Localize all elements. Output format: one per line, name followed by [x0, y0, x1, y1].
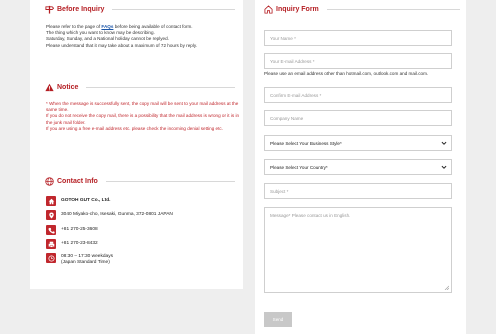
before-inquiry-title: Before Inquiry	[57, 6, 105, 13]
left-panel: Before Inquiry Please refer to the page …	[30, 0, 243, 289]
country-value: Please Select Your Country*	[270, 165, 328, 170]
warning-icon	[45, 83, 54, 92]
business-hours: 08:30 – 17:30 weekdays (Japan Standard T…	[61, 253, 113, 267]
divider	[86, 87, 235, 88]
send-button[interactable]: Send	[264, 312, 292, 327]
chevron-down-icon	[441, 140, 447, 146]
contact-info-title: Contact Info	[57, 178, 98, 185]
clock-icon	[46, 253, 56, 263]
before-inquiry-text: Please refer to the page of FAQs before …	[46, 24, 241, 49]
faqs-link[interactable]: FAQs	[101, 24, 113, 29]
globe-icon	[45, 177, 54, 186]
inquiry-form-heading: Inquiry Form	[264, 5, 460, 14]
confirm-email-input[interactable]: Confirm E-mail Address *	[264, 87, 452, 103]
company-name-input[interactable]: Company Name	[264, 110, 452, 126]
before-inquiry-heading: Before Inquiry	[45, 5, 235, 14]
company-address: 3040 Miyako-cho, Isesaki, Gunma, 372-080…	[61, 212, 173, 217]
notice-text: * When the message is successfully sent,…	[46, 101, 243, 132]
contact-fax-row: +81 270-23-8432	[46, 239, 98, 249]
divider	[105, 181, 235, 182]
notice-p3: If you are using a free e-mail address e…	[46, 125, 223, 131]
phone-icon	[46, 225, 56, 235]
message-placeholder: Message* Please contact us in English.	[270, 213, 351, 218]
name-input[interactable]: Your Name *	[264, 30, 452, 46]
contact-info-heading: Contact Info	[45, 177, 235, 186]
subject-input[interactable]: Subject *	[264, 183, 452, 199]
contact-address-row: 3040 Miyako-cho, Isesaki, Gunma, 372-080…	[46, 210, 173, 220]
home-icon	[46, 196, 56, 206]
contact-phone-row: +81 270-25-3608	[46, 225, 98, 235]
message-textarea[interactable]: Message* Please contact us in English.	[264, 207, 452, 293]
inquiry-form-title: Inquiry Form	[276, 6, 319, 13]
notice-title: Notice	[57, 84, 79, 91]
fax-icon	[46, 239, 56, 249]
divider	[112, 9, 235, 10]
divider	[326, 9, 460, 10]
home-icon	[264, 5, 273, 14]
contact-hours-row: 08:30 – 17:30 weekdays (Japan Standard T…	[46, 253, 113, 267]
before-line-4: Please understand that it may take about…	[46, 42, 198, 48]
business-style-value: Please Select Your Business Style*	[270, 141, 342, 146]
notice-p2: If you do not receive the copy mail, the…	[46, 113, 240, 125]
fax-number: +81 270-23-8432	[61, 241, 98, 246]
phone-number: +81 270-25-3608	[61, 227, 98, 232]
country-select[interactable]: Please Select Your Country*	[264, 159, 452, 175]
resize-handle-icon[interactable]	[444, 285, 449, 290]
company-name: GOTOH GUT Co., Ltd.	[61, 198, 111, 203]
email-note: Please use an email address other than h…	[264, 71, 429, 76]
business-style-select[interactable]: Please Select Your Business Style*	[264, 135, 452, 151]
signpost-icon	[45, 5, 55, 14]
notice-p1: * When the message is successfully sent,…	[46, 101, 239, 113]
map-pin-icon	[46, 210, 56, 220]
contact-company-row: GOTOH GUT Co., Ltd.	[46, 196, 110, 206]
email-input[interactable]: Your E-mail Address *	[264, 53, 452, 69]
business-hours-line-2: (Japan Standard Time)	[61, 260, 110, 266]
inquiry-form-panel: Inquiry Form Your Name * Your E-mail Add…	[255, 0, 466, 334]
notice-heading: Notice	[45, 83, 235, 92]
chevron-down-icon	[441, 164, 447, 170]
